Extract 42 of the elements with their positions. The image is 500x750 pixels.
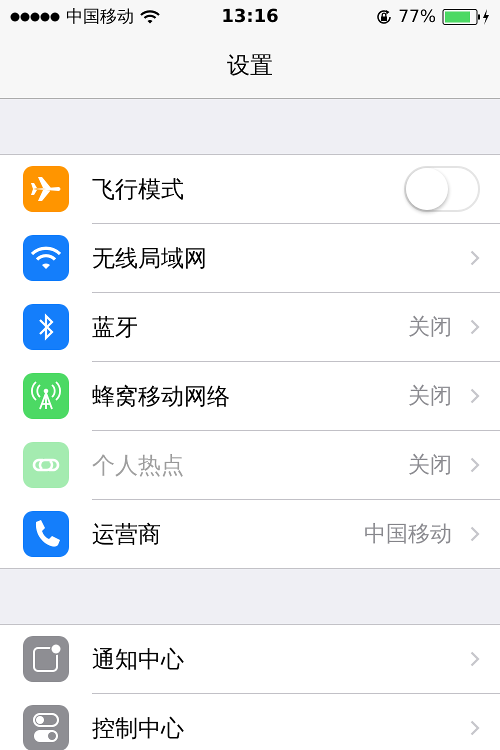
settings-row[interactable]: 蓝牙 关闭 xyxy=(0,292,500,361)
page-title: 设置 xyxy=(227,52,273,81)
carrier-name: 中国移动 xyxy=(66,6,134,28)
chain-link-icon xyxy=(23,442,69,488)
settings-row[interactable]: 运营商 中国移动 xyxy=(0,499,500,568)
airplane-icon xyxy=(23,166,69,212)
settings-row[interactable]: 蜂窝移动网络 关闭 xyxy=(0,361,500,430)
row-label: 飞行模式 xyxy=(92,176,185,204)
bluetooth-icon xyxy=(23,304,69,350)
antenna-icon xyxy=(23,372,69,418)
row-value: 关闭 xyxy=(408,383,452,411)
rotation-lock-icon xyxy=(376,8,392,24)
chevron-icon xyxy=(470,526,480,542)
phone-icon xyxy=(23,510,69,556)
row-label: 控制中心 xyxy=(92,714,185,744)
settings-row[interactable]: 控制中心 xyxy=(0,693,500,750)
settings-row[interactable]: 无线局域网 xyxy=(0,223,500,292)
row-value: 关闭 xyxy=(408,314,452,342)
notification-icon xyxy=(23,636,69,682)
clock-time: 13:16 xyxy=(221,6,279,27)
settings-row[interactable]: 通知中心 xyxy=(0,625,500,693)
battery-charging-icon xyxy=(442,8,490,26)
toggle-switch[interactable] xyxy=(404,166,480,212)
wifi-icon xyxy=(23,234,69,280)
settings-row[interactable]: 飞行模式 xyxy=(0,155,500,223)
row-label: 蜂窝移动网络 xyxy=(92,382,231,412)
chevron-icon xyxy=(470,651,480,667)
chevron-icon xyxy=(470,457,480,473)
chevron-icon xyxy=(470,720,480,736)
row-label: 无线局域网 xyxy=(92,244,208,274)
row-label: 通知中心 xyxy=(92,646,185,674)
chevron-icon xyxy=(470,319,480,335)
row-value: 关闭 xyxy=(408,452,452,480)
wifi-icon xyxy=(140,10,160,24)
chevron-icon xyxy=(470,250,480,266)
battery-percent: 77% xyxy=(398,6,436,26)
chevron-icon xyxy=(470,388,480,404)
row-label: 运营商 xyxy=(92,520,162,550)
signal-icon xyxy=(10,12,60,22)
row-value: 中国移动 xyxy=(364,521,452,549)
row-label: 蓝牙 xyxy=(92,314,139,342)
row-label: 个人热点 xyxy=(92,452,185,480)
